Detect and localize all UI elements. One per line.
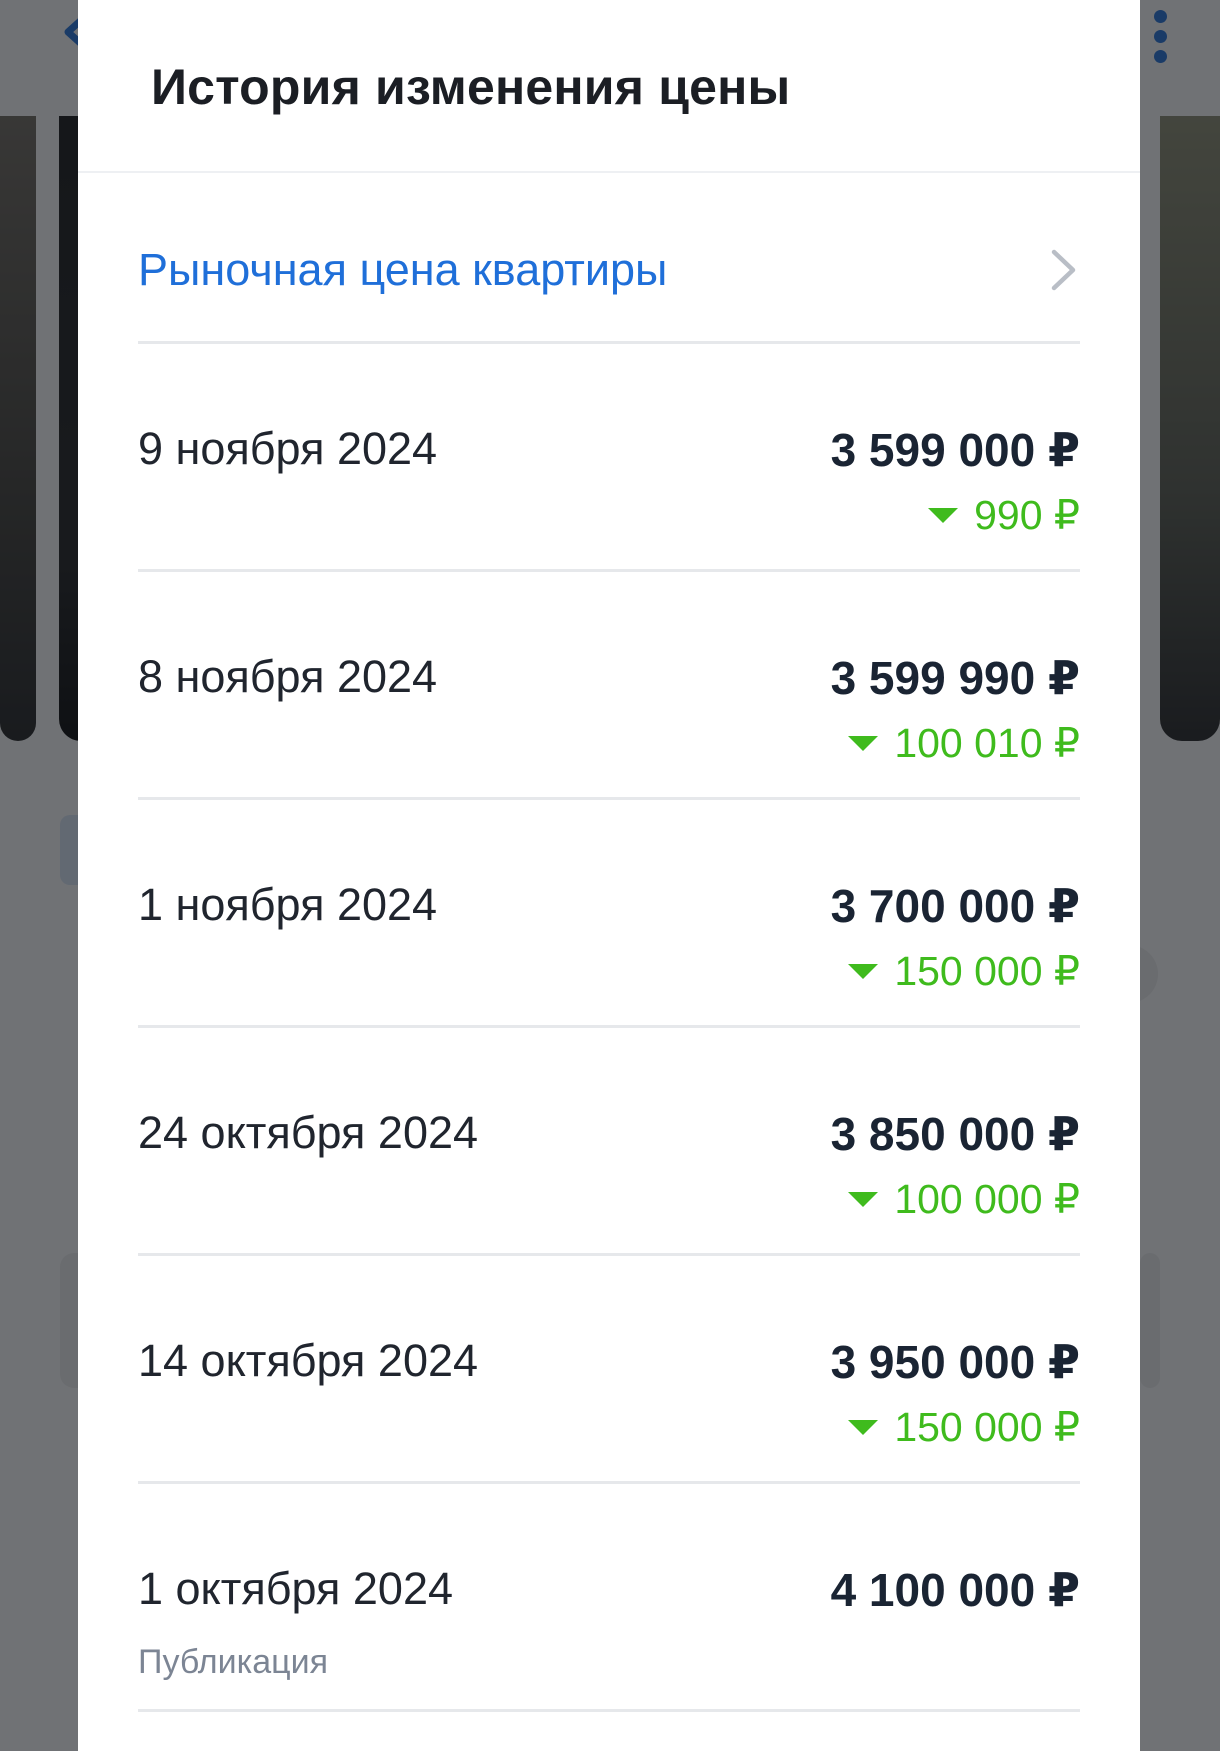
row-price-change-value: 990 ₽ [974,492,1080,538]
row-price: 3 599 990 ₽ [830,652,1080,704]
row-divider [138,1025,1080,1028]
row-price-change: 990 ₽ [928,491,1080,539]
header-divider [78,171,1140,173]
row-price-change-value: 100 000 ₽ [894,1176,1080,1222]
row-note: Публикация [138,1643,329,1681]
down-arrow-icon [848,1419,879,1435]
row-divider [138,341,1080,344]
row-price-change-value: 150 000 ₽ [894,948,1080,994]
row-price: 3 950 000 ₽ [830,1336,1080,1388]
price-history-row: 1 ноября 2024 3 700 000 ₽ 150 000 ₽ [138,837,1080,1063]
row-price-change: 150 000 ₽ [848,1403,1080,1451]
down-arrow-icon [928,507,959,523]
price-history-sheet: История изменения цены Рыночная цена ква… [78,0,1140,1751]
row-divider [138,1253,1080,1256]
down-arrow-icon [848,963,879,979]
row-divider [138,1481,1080,1484]
row-divider [138,569,1080,572]
price-history-row: 24 октября 2024 3 850 000 ₽ 100 000 ₽ [138,1065,1080,1291]
chevron-right-icon [1046,247,1080,293]
market-price-link[interactable]: Рыночная цена квартиры [138,200,1080,340]
market-price-link-label: Рыночная цена квартиры [138,244,668,295]
sheet-title: История изменения цены [151,59,791,115]
price-history-row: 9 ноября 2024 3 599 000 ₽ 990 ₽ [138,381,1080,607]
row-divider [138,1709,1080,1712]
row-date: 24 октября 2024 [138,1107,479,1158]
row-date: 14 октября 2024 [138,1335,479,1386]
price-history-row: 8 ноября 2024 3 599 990 ₽ 100 010 ₽ [138,609,1080,835]
row-divider [138,797,1080,800]
row-date: 9 ноября 2024 [138,423,438,474]
row-price: 3 700 000 ₽ [830,880,1080,932]
row-price-change: 150 000 ₽ [848,947,1080,995]
row-price-change-value: 150 000 ₽ [894,1404,1080,1450]
price-history-row: 1 октября 2024 4 100 000 ₽ Публикация [138,1521,1080,1747]
row-date: 1 октября 2024 [138,1563,453,1614]
row-date: 8 ноября 2024 [138,651,438,702]
row-price-change-value: 100 010 ₽ [894,720,1080,766]
price-history-row: 14 октября 2024 3 950 000 ₽ 150 000 ₽ [138,1293,1080,1519]
row-price-change: 100 000 ₽ [848,1175,1080,1223]
down-arrow-icon [848,735,879,751]
row-price: 3 599 000 ₽ [830,424,1080,476]
row-price-change: 100 010 ₽ [848,719,1080,767]
row-date: 1 ноября 2024 [138,879,438,930]
down-arrow-icon [848,1191,879,1207]
row-price: 4 100 000 ₽ [830,1564,1080,1616]
row-price: 3 850 000 ₽ [830,1108,1080,1160]
